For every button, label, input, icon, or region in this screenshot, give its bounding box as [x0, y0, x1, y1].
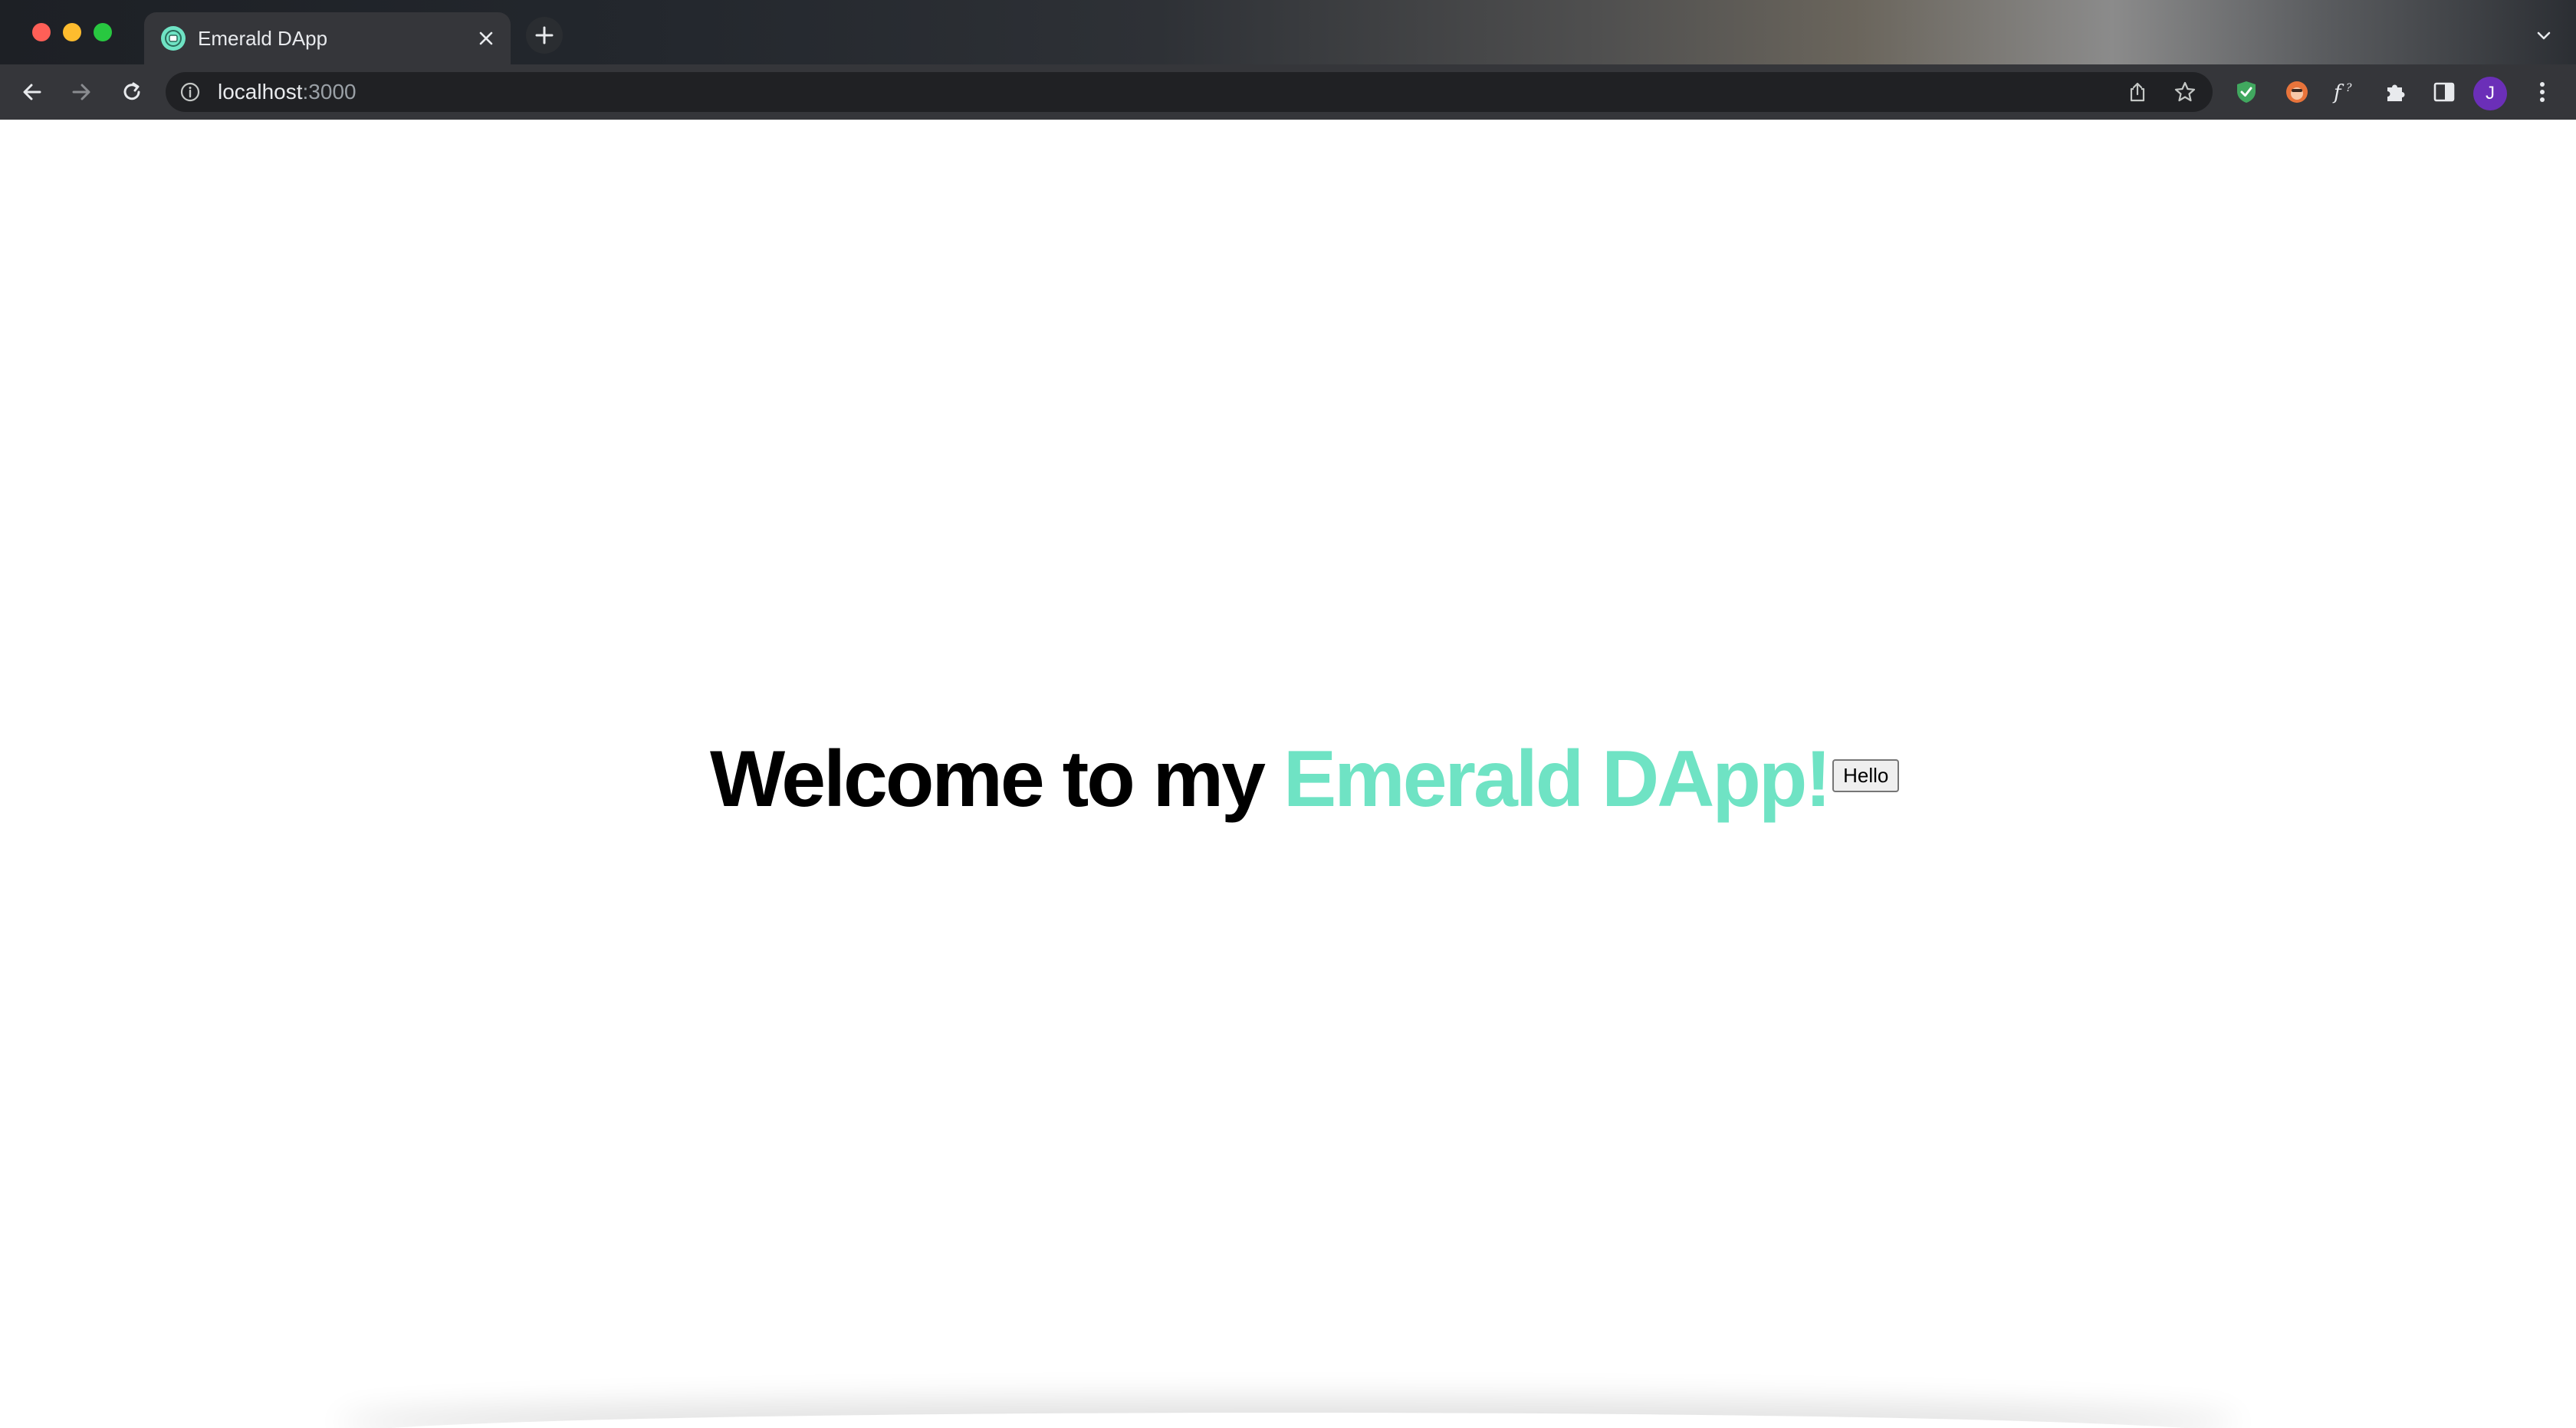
- font-extension-icon[interactable]: f ?: [2331, 77, 2361, 107]
- emerald-favicon-icon: [161, 26, 186, 51]
- info-icon[interactable]: [178, 80, 202, 104]
- kebab-menu-icon[interactable]: [2527, 77, 2558, 107]
- bottom-shadow: [337, 1413, 2239, 1428]
- close-tab-icon[interactable]: [472, 25, 500, 52]
- svg-text:?: ?: [2346, 82, 2352, 94]
- page-viewport: Welcome to my Emerald DApp! Hello: [0, 120, 2576, 1428]
- svg-text:f: f: [2332, 81, 2344, 104]
- close-window-button[interactable]: [32, 23, 51, 41]
- url-port: :3000: [302, 80, 356, 104]
- fox-extension-icon[interactable]: [2282, 77, 2312, 107]
- address-bar[interactable]: localhost:3000: [166, 72, 2213, 112]
- url-text[interactable]: localhost:3000: [218, 78, 356, 106]
- hero: Welcome to my Emerald DApp! Hello: [710, 733, 1900, 825]
- page-heading: Welcome to my Emerald DApp!: [710, 733, 1832, 825]
- reload-button[interactable]: [113, 74, 150, 110]
- new-tab-button[interactable]: [526, 17, 563, 54]
- minimize-window-button[interactable]: [63, 23, 81, 41]
- arrow-left-icon: [23, 84, 41, 100]
- tab-title: Emerald DApp: [198, 27, 328, 50]
- url-host: localhost: [218, 80, 303, 104]
- tab-search-chevron-icon[interactable]: [2530, 21, 2558, 49]
- forward-button[interactable]: [63, 74, 100, 110]
- maximize-window-button[interactable]: [94, 23, 112, 41]
- heading-prefix: Welcome to my: [710, 735, 1283, 824]
- puzzle-icon[interactable]: [2380, 77, 2410, 107]
- arrow-right-icon: [72, 84, 90, 100]
- profile-avatar[interactable]: J: [2473, 77, 2507, 110]
- hello-button[interactable]: Hello: [1832, 759, 1900, 792]
- browser-window: Emerald DApp localhost:3000 f ? J Welcom…: [0, 0, 2576, 1428]
- back-button[interactable]: [14, 74, 51, 110]
- browser-toolbar: localhost:3000 f ? J: [0, 64, 2576, 120]
- tab-strip: Emerald DApp: [0, 0, 2576, 64]
- side-panel-icon[interactable]: [2429, 77, 2459, 107]
- tab-emerald-dapp[interactable]: Emerald DApp: [144, 12, 511, 64]
- reload-icon: [123, 82, 140, 100]
- star-icon[interactable]: [2173, 80, 2197, 104]
- share-icon[interactable]: [2125, 80, 2150, 104]
- heading-accent: Emerald DApp!: [1283, 735, 1832, 824]
- shield-extension-icon[interactable]: [2231, 77, 2262, 107]
